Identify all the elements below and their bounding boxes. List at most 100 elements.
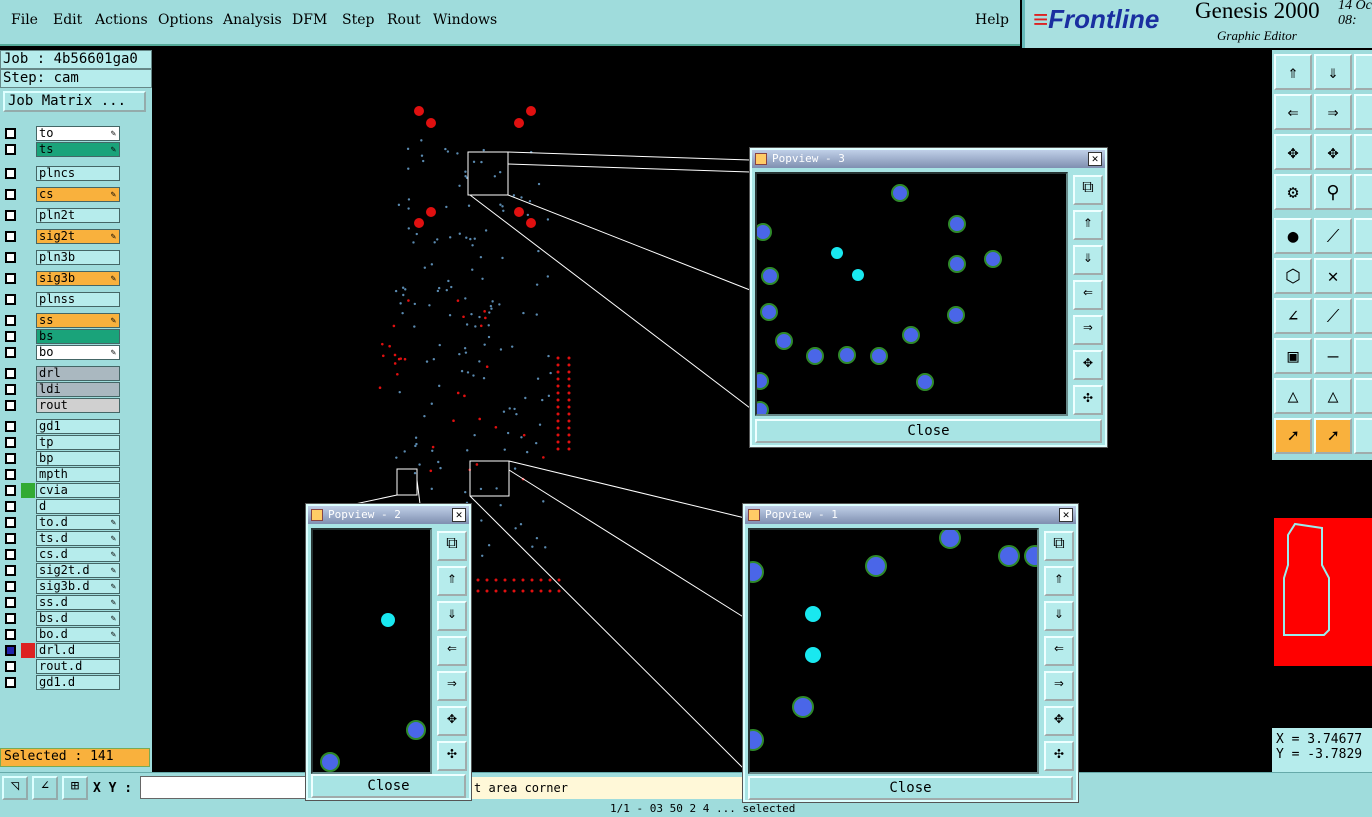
- layer-row-bs[interactable]: bs: [2, 329, 122, 344]
- popview-3-titlebar[interactable]: Popview - 3 ✕: [752, 150, 1105, 168]
- layer-row-drl-d[interactable]: drl.d: [2, 643, 122, 658]
- tool-button-8-0[interactable]: △: [1274, 378, 1312, 414]
- tool-button-9-1[interactable]: ➚: [1314, 418, 1352, 454]
- layer-checkbox[interactable]: [5, 437, 16, 448]
- popview-1-canvas[interactable]: [748, 528, 1039, 774]
- layer-checkbox[interactable]: [5, 168, 16, 179]
- layer-checkbox[interactable]: [5, 144, 16, 155]
- layer-checkbox[interactable]: [5, 581, 16, 592]
- layer-checkbox[interactable]: [5, 384, 16, 395]
- layer-row-drl[interactable]: drl: [2, 366, 122, 381]
- layer-row-ss-d[interactable]: ss.d ✎: [2, 595, 122, 610]
- layer-name[interactable]: rout: [36, 398, 120, 413]
- menu-step[interactable]: Step: [342, 12, 374, 28]
- menu-options[interactable]: Options: [158, 12, 213, 28]
- tool-button-2-0[interactable]: ✥: [1274, 134, 1312, 170]
- layer-checkbox[interactable]: [5, 565, 16, 576]
- layer-name[interactable]: plncs: [36, 166, 120, 181]
- layer-checkbox[interactable]: [5, 331, 16, 342]
- tool-button-3-1[interactable]: ⚲: [1314, 174, 1352, 210]
- pan-up-icon[interactable]: ⇑: [437, 566, 467, 596]
- layer-name[interactable]: sig3b.d ✎: [36, 579, 120, 594]
- layer-name[interactable]: ss.d ✎: [36, 595, 120, 610]
- tool-button-7-0[interactable]: ▣: [1274, 338, 1312, 374]
- layer-name[interactable]: cvia: [36, 483, 120, 498]
- layer-name[interactable]: ts ✎: [36, 142, 120, 157]
- tool-button-0-1[interactable]: ⇓: [1314, 54, 1352, 90]
- tool-button-7-1[interactable]: —: [1314, 338, 1352, 374]
- popview-1-close-button[interactable]: Close: [748, 776, 1073, 800]
- tool-button-0-0[interactable]: ⇑: [1274, 54, 1312, 90]
- pan-right-icon[interactable]: ⇒: [437, 671, 467, 701]
- layer-name[interactable]: tp: [36, 435, 120, 450]
- layer-row-sig2t[interactable]: sig2t ✎: [2, 229, 122, 244]
- layer-checkbox[interactable]: [5, 469, 16, 480]
- layer-row-to-d[interactable]: to.d ✎: [2, 515, 122, 530]
- layer-checkbox[interactable]: [5, 315, 16, 326]
- layer-row-ts[interactable]: ts ✎: [2, 142, 122, 157]
- layer-name[interactable]: bo.d ✎: [36, 627, 120, 642]
- menu-windows[interactable]: Windows: [433, 12, 497, 28]
- layer-row-d[interactable]: d: [2, 499, 122, 514]
- tool-button-1-1[interactable]: ⇒: [1314, 94, 1352, 130]
- layer-name[interactable]: cs ✎: [36, 187, 120, 202]
- layer-row-rout[interactable]: rout: [2, 398, 122, 413]
- layer-checkbox[interactable]: [5, 128, 16, 139]
- grid-icon[interactable]: ⊞: [62, 776, 88, 800]
- zoom-out-icon[interactable]: ✣: [1073, 385, 1103, 415]
- layer-checkbox[interactable]: [5, 453, 16, 464]
- layer-row-tp[interactable]: tp: [2, 435, 122, 450]
- popview-1-titlebar[interactable]: Popview - 1 ✕: [745, 506, 1076, 524]
- layer-checkbox[interactable]: [5, 613, 16, 624]
- layer-row-plncs[interactable]: plncs: [2, 166, 122, 181]
- tool-button-1-0[interactable]: ⇐: [1274, 94, 1312, 130]
- layer-row-cs[interactable]: cs ✎: [2, 187, 122, 202]
- layer-row-mpth[interactable]: mpth: [2, 467, 122, 482]
- layer-row-sig3b[interactable]: sig3b ✎: [2, 271, 122, 286]
- layer-row-sig2t-d[interactable]: sig2t.d ✎: [2, 563, 122, 578]
- layer-row-bp[interactable]: bp: [2, 451, 122, 466]
- layer-name[interactable]: bs.d ✎: [36, 611, 120, 626]
- zoom-in-icon[interactable]: ✥: [1073, 350, 1103, 380]
- pan-down-icon[interactable]: ⇓: [1044, 601, 1074, 631]
- close-icon[interactable]: ✕: [1088, 152, 1102, 166]
- tool-button-6-1[interactable]: ⟋: [1314, 298, 1352, 334]
- popview-1-window[interactable]: Popview - 1 ✕ ⧉ ⇑ ⇓ ⇐ ⇒ ✥ ✣ Close: [743, 504, 1078, 802]
- menu-actions[interactable]: Actions: [95, 12, 148, 28]
- layer-row-bo-d[interactable]: bo.d ✎: [2, 627, 122, 642]
- layer-name[interactable]: cs.d ✎: [36, 547, 120, 562]
- layer-name[interactable]: mpth: [36, 467, 120, 482]
- tool-button-4-1[interactable]: ⟋: [1314, 218, 1352, 254]
- pan-up-icon[interactable]: ⇑: [1044, 566, 1074, 596]
- zoom-fit-icon[interactable]: ⧉: [1044, 531, 1074, 561]
- layer-checkbox[interactable]: [5, 597, 16, 608]
- layer-row-ldi[interactable]: ldi: [2, 382, 122, 397]
- layer-checkbox[interactable]: [5, 661, 16, 672]
- pan-right-icon[interactable]: ⇒: [1044, 671, 1074, 701]
- tool-button-5-2[interactable]: [1354, 258, 1372, 294]
- tool-button-8-1[interactable]: △: [1314, 378, 1352, 414]
- layer-checkbox[interactable]: [5, 533, 16, 544]
- zoom-in-icon[interactable]: ✥: [1044, 706, 1074, 736]
- popview-3-canvas[interactable]: [755, 172, 1068, 416]
- overview-preview[interactable]: [1272, 460, 1372, 728]
- tool-button-5-0[interactable]: ⬡: [1274, 258, 1312, 294]
- tool-button-1-2[interactable]: [1354, 94, 1372, 130]
- popview-2-window[interactable]: Popview - 2 ✕ ⧉ ⇑ ⇓ ⇐ ⇒ ✥ ✣ Close: [306, 504, 471, 800]
- layer-row-pln3b[interactable]: pln3b: [2, 250, 122, 265]
- layer-checkbox[interactable]: [5, 485, 16, 496]
- menu-dfm[interactable]: DFM: [292, 12, 327, 28]
- pan-left-icon[interactable]: ⇐: [1073, 280, 1103, 310]
- tool-button-0-2[interactable]: [1354, 54, 1372, 90]
- layer-row-sig3b-d[interactable]: sig3b.d ✎: [2, 579, 122, 594]
- layer-name[interactable]: gd1: [36, 419, 120, 434]
- layer-checkbox[interactable]: [5, 501, 16, 512]
- xy-input[interactable]: [140, 776, 310, 799]
- layer-checkbox[interactable]: [5, 677, 16, 688]
- layer-name[interactable]: to.d ✎: [36, 515, 120, 530]
- layer-checkbox[interactable]: [5, 294, 16, 305]
- layer-name[interactable]: bs: [36, 329, 120, 344]
- zoom-out-icon[interactable]: ✣: [437, 741, 467, 771]
- tool-button-7-2[interactable]: [1354, 338, 1372, 374]
- layer-checkbox[interactable]: [5, 549, 16, 560]
